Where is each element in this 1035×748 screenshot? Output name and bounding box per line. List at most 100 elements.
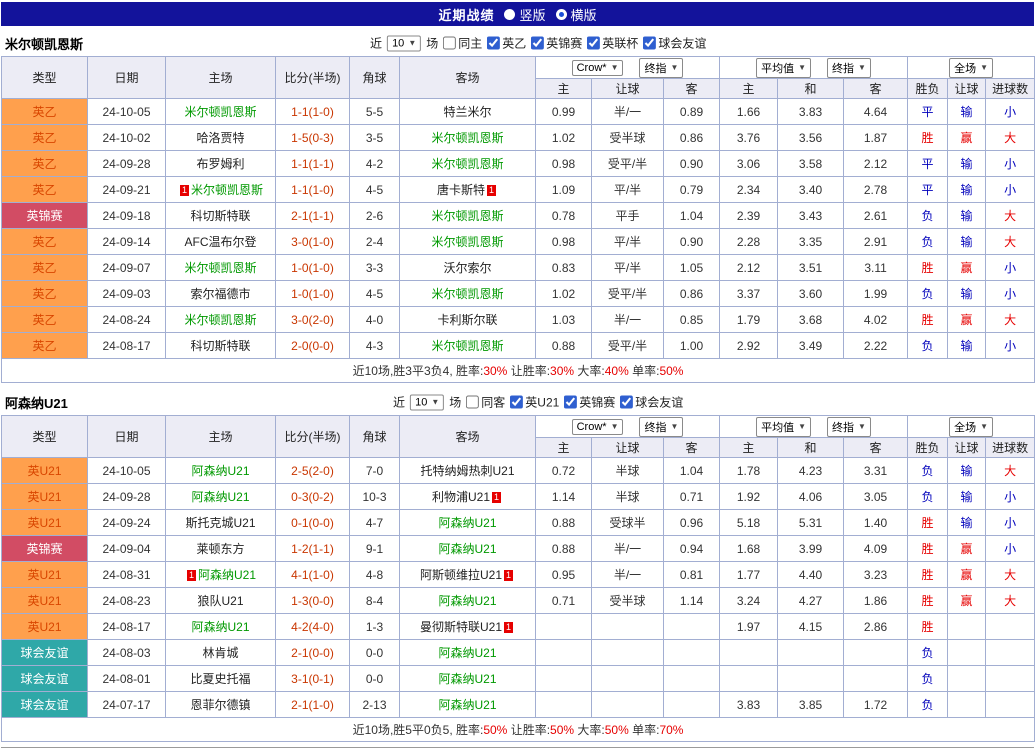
score-cell[interactable]: 1-1(1-0) bbox=[276, 99, 350, 125]
home-team-cell[interactable]: 米尔顿凯恩斯 bbox=[166, 307, 276, 333]
home-team-cell[interactable]: 米尔顿凯恩斯 bbox=[166, 99, 276, 125]
filter-league[interactable]: 英乙 bbox=[487, 35, 526, 52]
away-team-cell[interactable]: 阿森纳U21 bbox=[400, 588, 536, 614]
away-team-cell[interactable]: 米尔顿凯恩斯 bbox=[400, 333, 536, 359]
filter-league[interactable]: 球会友谊 bbox=[620, 394, 683, 411]
filter-league[interactable]: 球会友谊 bbox=[643, 35, 706, 52]
filter-league[interactable]: 英联杯 bbox=[587, 35, 638, 52]
away-team-cell[interactable]: 阿森纳U21 bbox=[400, 692, 536, 718]
score-cell[interactable]: 1-5(0-3) bbox=[276, 125, 350, 151]
radio-horizontal-label[interactable]: 横版 bbox=[571, 5, 597, 24]
away-team-cell[interactable]: 唐卡斯特1 bbox=[400, 177, 536, 203]
bookmaker-dropdown[interactable]: Crow*▼ bbox=[572, 419, 624, 435]
away-team-cell[interactable]: 沃尔索尔 bbox=[400, 255, 536, 281]
sub-header-home-odds: 主 bbox=[536, 79, 592, 99]
away-team-cell[interactable]: 卡利斯尔联 bbox=[400, 307, 536, 333]
filter-league-checkbox[interactable] bbox=[487, 37, 500, 50]
score-cell[interactable]: 4-1(1-0) bbox=[276, 562, 350, 588]
home-team-cell[interactable]: 布罗姆利 bbox=[166, 151, 276, 177]
home-team-cell[interactable]: 哈洛贾特 bbox=[166, 125, 276, 151]
average-dropdown[interactable]: 平均值▼ bbox=[756, 58, 811, 78]
score-cell[interactable]: 3-0(2-0) bbox=[276, 307, 350, 333]
filter-league[interactable]: 英锦赛 bbox=[531, 35, 582, 52]
home-team-cell[interactable]: 比夏史托福 bbox=[166, 666, 276, 692]
away-team-cell[interactable]: 米尔顿凯恩斯 bbox=[400, 125, 536, 151]
average-dropdown[interactable]: 平均值▼ bbox=[756, 417, 811, 437]
final-odds-dropdown[interactable]: 终指▼ bbox=[827, 417, 871, 437]
home-team-cell[interactable]: 米尔顿凯恩斯 bbox=[166, 255, 276, 281]
filter-league[interactable]: 英锦赛 bbox=[564, 394, 615, 411]
score-cell[interactable]: 1-1(1-0) bbox=[276, 177, 350, 203]
away-team-cell[interactable]: 曼彻斯特联U211 bbox=[400, 614, 536, 640]
away-team-cell[interactable]: 米尔顿凯恩斯 bbox=[400, 281, 536, 307]
home-team-cell[interactable]: 斯托克城U21 bbox=[166, 510, 276, 536]
home-team-cell[interactable]: 阿森纳U21 bbox=[166, 614, 276, 640]
match-count-dropdown[interactable]: 10▼ bbox=[410, 394, 444, 410]
home-team-cell[interactable]: 林肯城 bbox=[166, 640, 276, 666]
score-cell[interactable]: 2-5(2-0) bbox=[276, 458, 350, 484]
away-team-cell[interactable]: 米尔顿凯恩斯 bbox=[400, 151, 536, 177]
team-name: 狼队U21 bbox=[197, 594, 243, 608]
filter-same-venue-checkbox[interactable] bbox=[466, 396, 479, 409]
home-team-cell[interactable]: 狼队U21 bbox=[166, 588, 276, 614]
filter-league-checkbox[interactable] bbox=[587, 37, 600, 50]
away-team-cell[interactable]: 阿森纳U21 bbox=[400, 536, 536, 562]
filter-league-checkbox[interactable] bbox=[564, 396, 577, 409]
away-team-cell[interactable]: 米尔顿凯恩斯 bbox=[400, 229, 536, 255]
layout-radio-vertical[interactable]: 竖版 bbox=[504, 5, 545, 24]
score-cell[interactable]: 1-0(1-0) bbox=[276, 255, 350, 281]
home-team-cell[interactable]: 科切斯特联 bbox=[166, 333, 276, 359]
filter-league-checkbox[interactable] bbox=[531, 37, 544, 50]
bookmaker-dropdown[interactable]: Crow*▼ bbox=[572, 60, 624, 76]
away-team-cell[interactable]: 阿森纳U21 bbox=[400, 640, 536, 666]
score-cell[interactable]: 4-2(4-0) bbox=[276, 614, 350, 640]
home-team-cell[interactable]: 阿森纳U21 bbox=[166, 458, 276, 484]
score-cell[interactable]: 2-0(0-0) bbox=[276, 333, 350, 359]
filter-league[interactable]: 英U21 bbox=[510, 394, 559, 411]
filter-same-venue[interactable]: 同主 bbox=[443, 35, 482, 52]
final-odds-dropdown[interactable]: 终指▼ bbox=[827, 58, 871, 78]
final-odds-dropdown[interactable]: 终指▼ bbox=[639, 58, 683, 78]
away-team-cell[interactable]: 阿森纳U21 bbox=[400, 666, 536, 692]
score-cell[interactable]: 3-0(1-0) bbox=[276, 229, 350, 255]
score-cell[interactable]: 1-1(1-1) bbox=[276, 151, 350, 177]
radio-vertical-label[interactable]: 竖版 bbox=[519, 5, 545, 24]
filter-same-venue[interactable]: 同客 bbox=[466, 394, 505, 411]
score-cell[interactable]: 1-3(0-0) bbox=[276, 588, 350, 614]
score-cell[interactable]: 1-2(1-1) bbox=[276, 536, 350, 562]
fulltime-dropdown[interactable]: 全场▼ bbox=[949, 417, 993, 437]
home-team-cell[interactable]: 莱顿东方 bbox=[166, 536, 276, 562]
away-team-cell[interactable]: 阿森纳U21 bbox=[400, 510, 536, 536]
filter-bar: 近10▼场同客英U21英锦赛球会友谊 bbox=[393, 394, 683, 411]
home-team-cell[interactable]: 1米尔顿凯恩斯 bbox=[166, 177, 276, 203]
match-count-dropdown[interactable]: 10▼ bbox=[387, 35, 421, 51]
filter-league-checkbox[interactable] bbox=[510, 396, 523, 409]
filter-league-checkbox[interactable] bbox=[620, 396, 633, 409]
score-cell[interactable]: 1-0(1-0) bbox=[276, 281, 350, 307]
home-team-cell[interactable]: 索尔福德市 bbox=[166, 281, 276, 307]
home-team-cell[interactable]: 1阿森纳U21 bbox=[166, 562, 276, 588]
score-cell[interactable]: 0-1(0-0) bbox=[276, 510, 350, 536]
radio-icon[interactable] bbox=[556, 9, 567, 20]
away-team-cell[interactable]: 米尔顿凯恩斯 bbox=[400, 203, 536, 229]
filter-same-venue-checkbox[interactable] bbox=[443, 37, 456, 50]
section-header-2: 阿森纳U21 近10▼场同客英U21英锦赛球会友谊 bbox=[0, 389, 1035, 415]
score-cell[interactable]: 2-1(1-1) bbox=[276, 203, 350, 229]
score-cell[interactable]: 0-3(0-2) bbox=[276, 484, 350, 510]
home-team-cell[interactable]: 阿森纳U21 bbox=[166, 484, 276, 510]
filter-league-checkbox[interactable] bbox=[643, 37, 656, 50]
score-cell[interactable]: 3-1(0-1) bbox=[276, 666, 350, 692]
layout-radio-horizontal[interactable]: 横版 bbox=[556, 5, 597, 24]
radio-icon[interactable] bbox=[504, 9, 515, 20]
away-team-cell[interactable]: 阿斯顿维拉U211 bbox=[400, 562, 536, 588]
fulltime-dropdown[interactable]: 全场▼ bbox=[949, 58, 993, 78]
final-odds-dropdown[interactable]: 终指▼ bbox=[639, 417, 683, 437]
score-cell[interactable]: 2-1(1-0) bbox=[276, 692, 350, 718]
score-cell[interactable]: 2-1(0-0) bbox=[276, 640, 350, 666]
home-team-cell[interactable]: AFC温布尔登 bbox=[166, 229, 276, 255]
home-team-cell[interactable]: 恩菲尔德镇 bbox=[166, 692, 276, 718]
away-team-cell[interactable]: 托特纳姆热刺U21 bbox=[400, 458, 536, 484]
home-team-cell[interactable]: 科切斯特联 bbox=[166, 203, 276, 229]
away-team-cell[interactable]: 利物浦U211 bbox=[400, 484, 536, 510]
away-team-cell[interactable]: 特兰米尔 bbox=[400, 99, 536, 125]
